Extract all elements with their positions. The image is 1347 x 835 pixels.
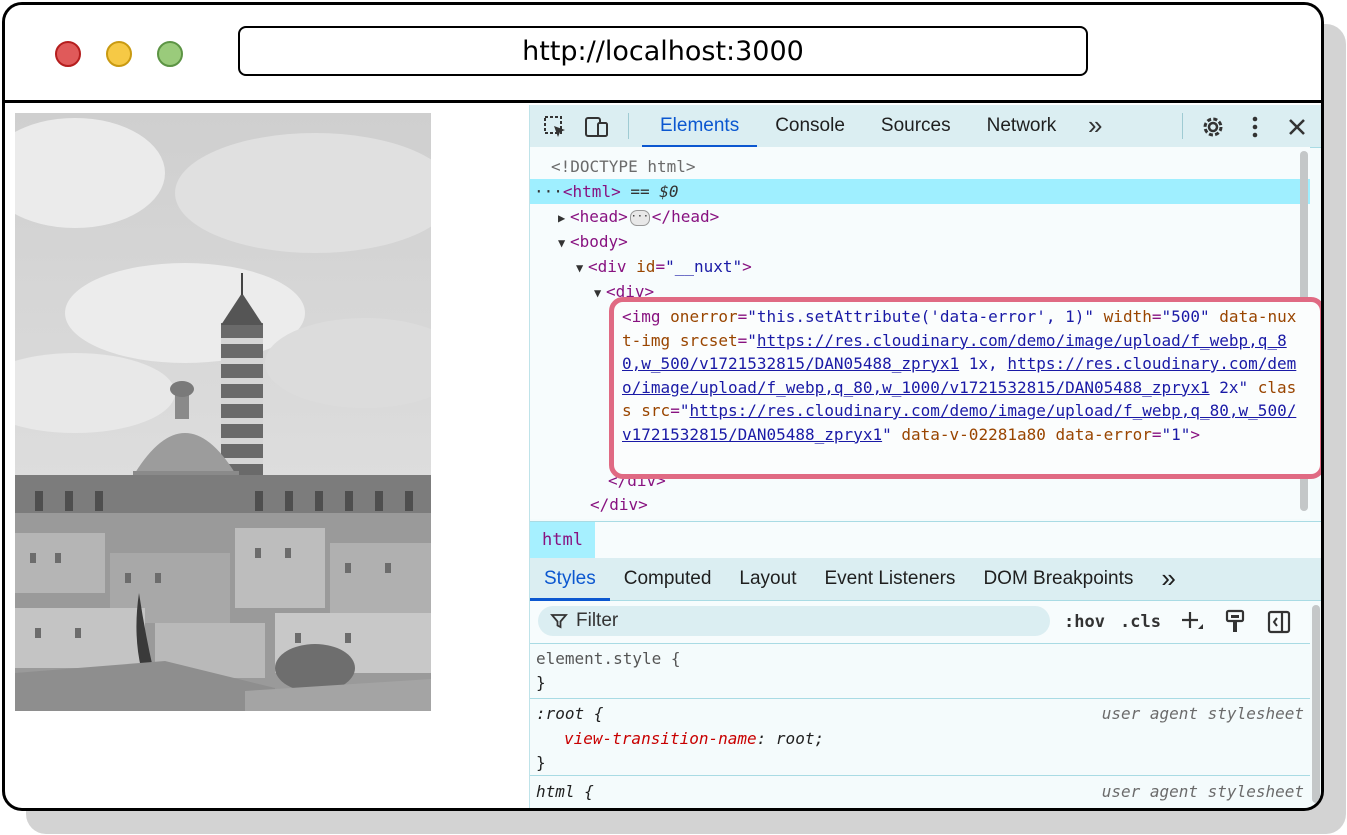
inspect-element-icon[interactable] <box>542 114 568 140</box>
dom-node-head[interactable]: ▶ <head> ··· </head> <box>530 204 1310 229</box>
dom-node-nuxt-div[interactable]: ▼ <div id="__nuxt"> <box>530 254 1310 279</box>
tab-sources[interactable]: Sources <box>863 105 969 147</box>
tab-styles[interactable]: Styles <box>530 558 610 601</box>
settings-gear-icon[interactable] <box>1200 114 1226 140</box>
device-toolbar-icon[interactable] <box>584 114 610 140</box>
tab-dom-breakpoints[interactable]: DOM Breakpoints <box>969 558 1147 600</box>
dom-node-body[interactable]: ▼ <body> <box>530 229 1310 254</box>
dom-node-img[interactable]: <img onerror="this.setAttribute('data-er… <box>622 305 1302 446</box>
paint-brush-icon[interactable] <box>1222 609 1248 635</box>
filter-funnel-icon <box>550 614 568 629</box>
devtools-panel: Elements Console Sources Network » <!DOC… <box>529 105 1321 808</box>
more-tabs-chevron-icon[interactable]: » <box>1088 105 1102 145</box>
styles-scrollbar[interactable] <box>1312 605 1320 803</box>
maximize-window-button[interactable] <box>157 41 183 67</box>
breadcrumb: html <box>530 521 1321 559</box>
root-declaration[interactable]: view-transition-name: root; <box>564 726 824 751</box>
style-rule-html: html { user agent stylesheet <box>530 776 1310 808</box>
html-selector[interactable]: html { <box>536 779 594 804</box>
tab-computed[interactable]: Computed <box>610 558 726 600</box>
toolbar-divider <box>1182 113 1183 139</box>
more-subtabs-chevron-icon[interactable]: » <box>1147 558 1189 600</box>
more-options-icon[interactable] <box>1242 114 1268 140</box>
rule-close-brace: } <box>536 673 546 692</box>
page-image <box>15 113 431 711</box>
url-text: http://localhost:3000 <box>522 35 804 67</box>
styles-subtabs: Styles Computed Layout Event Listeners D… <box>530 558 1321 601</box>
user-agent-stylesheet-label: user agent stylesheet <box>1101 704 1304 723</box>
dom-node-html[interactable]: ···<html> == $0 <box>530 179 1310 204</box>
style-rule-element: element.style { } <box>530 644 1310 699</box>
new-style-rule-icon[interactable] <box>1179 609 1205 635</box>
browser-window: http://localhost:3000 Elements Console S… <box>2 2 1324 811</box>
minimize-window-button[interactable] <box>106 41 132 67</box>
tab-layout[interactable]: Layout <box>725 558 810 600</box>
tab-event-listeners[interactable]: Event Listeners <box>810 558 969 600</box>
styles-filter-row: Filter :hov .cls <box>530 601 1310 644</box>
devtools-tabs: Elements Console Sources Network <box>642 105 1075 148</box>
filter-input[interactable]: Filter <box>538 606 1050 636</box>
close-devtools-icon[interactable] <box>1284 114 1310 140</box>
devtools-tab-bar: Elements Console Sources Network » <box>530 105 1321 148</box>
filter-placeholder: Filter <box>576 610 619 631</box>
class-toggle[interactable]: .cls <box>1120 601 1161 643</box>
address-bar[interactable]: http://localhost:3000 <box>238 26 1088 76</box>
breadcrumb-item-html[interactable]: html <box>530 522 595 558</box>
title-bar: http://localhost:3000 <box>5 5 1321 103</box>
user-agent-stylesheet-label: user agent stylesheet <box>1101 782 1304 801</box>
dom-node-outer-div-close[interactable]: </div> <box>530 492 1310 517</box>
tab-network[interactable]: Network <box>969 105 1075 147</box>
dom-node-doctype[interactable]: <!DOCTYPE html> <box>530 154 1310 179</box>
tab-elements[interactable]: Elements <box>642 105 758 148</box>
close-window-button[interactable] <box>55 41 81 67</box>
style-rule-root: :root { user agent stylesheet view-trans… <box>530 699 1310 776</box>
toolbar-divider <box>628 113 629 139</box>
hover-state-toggle[interactable]: :hov <box>1064 601 1105 643</box>
rule-close-brace: } <box>536 753 546 772</box>
tab-console[interactable]: Console <box>757 105 863 147</box>
element-style-selector[interactable]: element.style { <box>536 646 681 671</box>
toggle-sidebar-icon[interactable] <box>1266 609 1292 635</box>
root-selector[interactable]: :root { <box>536 701 603 726</box>
ellipsis-icon[interactable]: ··· <box>629 209 650 226</box>
